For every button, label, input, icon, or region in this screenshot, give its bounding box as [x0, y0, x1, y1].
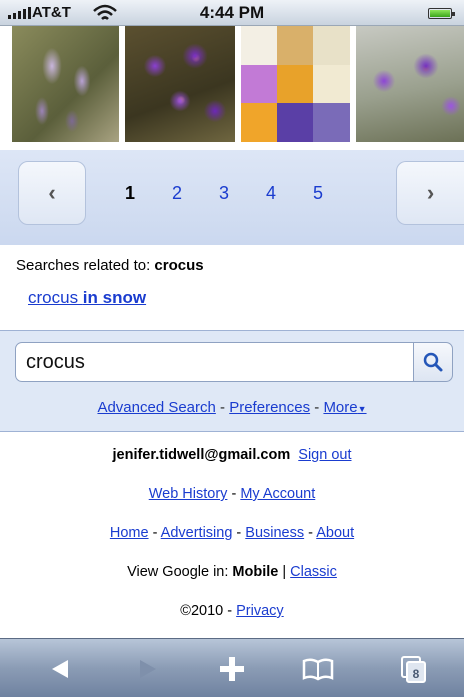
- dropdown-triangle-icon: ▼: [357, 404, 367, 414]
- add-button[interactable]: [212, 651, 252, 687]
- search-input[interactable]: [15, 342, 415, 382]
- clock: 4:44 PM: [199, 3, 265, 22]
- more-link[interactable]: More▼: [323, 399, 366, 416]
- separator: -: [215, 399, 230, 416]
- pages-count: 8: [413, 667, 420, 681]
- web-history-link[interactable]: Web History: [149, 486, 228, 502]
- forward-button[interactable]: [128, 651, 168, 687]
- back-button[interactable]: [40, 651, 80, 687]
- about-link[interactable]: About: [316, 525, 354, 541]
- copyright-text: ©2010: [180, 603, 224, 619]
- pages-button[interactable]: 8: [394, 651, 434, 687]
- next-page-button[interactable]: ›: [396, 161, 464, 225]
- separator: -: [227, 486, 241, 502]
- back-icon: [52, 660, 68, 678]
- forward-icon: [140, 660, 156, 678]
- bookmarks-button[interactable]: [298, 651, 338, 687]
- page-4-link[interactable]: 4: [266, 183, 313, 204]
- separator: -: [304, 525, 317, 541]
- related-link-prefix: crocus: [28, 288, 83, 307]
- pages-icon: 8: [401, 656, 426, 683]
- copyright-row: ©2010 - Privacy: [0, 600, 464, 639]
- battery-fill: [430, 10, 450, 17]
- search-icon: [423, 352, 443, 372]
- mobile-current: Mobile: [232, 564, 279, 580]
- separator: -: [232, 525, 246, 541]
- page-3-link[interactable]: 3: [219, 183, 266, 204]
- related-heading-prefix: Searches related to:: [16, 257, 155, 274]
- history-row: Web History - My Account: [0, 483, 464, 522]
- pagination-bar: ‹ 1 2 3 4 5 ›: [0, 150, 464, 245]
- pipe-separator: |: [278, 564, 291, 580]
- status-bar: AT&T 4:44 PM: [0, 0, 464, 26]
- separator: -: [223, 603, 237, 619]
- related-heading-term: crocus: [154, 257, 204, 274]
- sign-out-link[interactable]: Sign out: [298, 447, 351, 463]
- page-2-link[interactable]: 2: [172, 183, 219, 204]
- search-options: Advanced Search - Preferences - More▼: [0, 399, 464, 416]
- previous-page-button[interactable]: ‹: [18, 161, 86, 225]
- preferences-link[interactable]: Preferences: [229, 399, 310, 416]
- bookmarks-icon: [302, 658, 334, 681]
- page-1: 1: [125, 183, 136, 203]
- more-label: More: [323, 399, 358, 416]
- business-link[interactable]: Business: [245, 525, 304, 541]
- advertising-link[interactable]: Advertising: [161, 525, 233, 541]
- related-searches-heading: Searches related to: crocus: [16, 257, 204, 274]
- page-5-link[interactable]: 5: [313, 183, 360, 204]
- account-row: jenifer.tidwell@gmail.com Sign out: [0, 444, 464, 483]
- footer: jenifer.tidwell@gmail.com Sign out Web H…: [0, 444, 464, 639]
- my-account-link[interactable]: My Account: [240, 486, 315, 502]
- battery-icon: [428, 8, 455, 19]
- chevron-right-icon: ›: [426, 180, 435, 205]
- separator: -: [148, 525, 161, 541]
- view-in-label: View Google in:: [127, 564, 233, 580]
- links-row: Home - Advertising - Business - About: [0, 522, 464, 561]
- add-icon: [220, 657, 244, 681]
- search-section: Advanced Search - Preferences - More▼: [0, 330, 464, 432]
- crocus-photo-2[interactable]: [124, 26, 235, 142]
- crocus-photo-1[interactable]: [12, 26, 119, 142]
- chevron-left-icon: ‹: [48, 180, 56, 205]
- crocus-photo-3[interactable]: [241, 26, 350, 142]
- page-numbers: 1 2 3 4 5: [125, 183, 360, 204]
- advanced-search-link[interactable]: Advanced Search: [97, 399, 215, 416]
- search-button[interactable]: [413, 342, 453, 382]
- home-link[interactable]: Home: [110, 525, 149, 541]
- related-search-link[interactable]: crocus in snow: [28, 288, 146, 308]
- crocus-photo-4[interactable]: [355, 26, 464, 142]
- image-results: [0, 26, 464, 142]
- related-link-bold: in snow: [82, 288, 147, 307]
- view-mode-row: View Google in: Mobile | Classic: [0, 561, 464, 600]
- account-email: jenifer.tidwell@gmail.com: [112, 447, 291, 463]
- separator: -: [310, 399, 324, 416]
- privacy-link[interactable]: Privacy: [236, 603, 284, 619]
- classic-link[interactable]: Classic: [290, 564, 337, 580]
- browser-toolbar: 8: [0, 638, 464, 697]
